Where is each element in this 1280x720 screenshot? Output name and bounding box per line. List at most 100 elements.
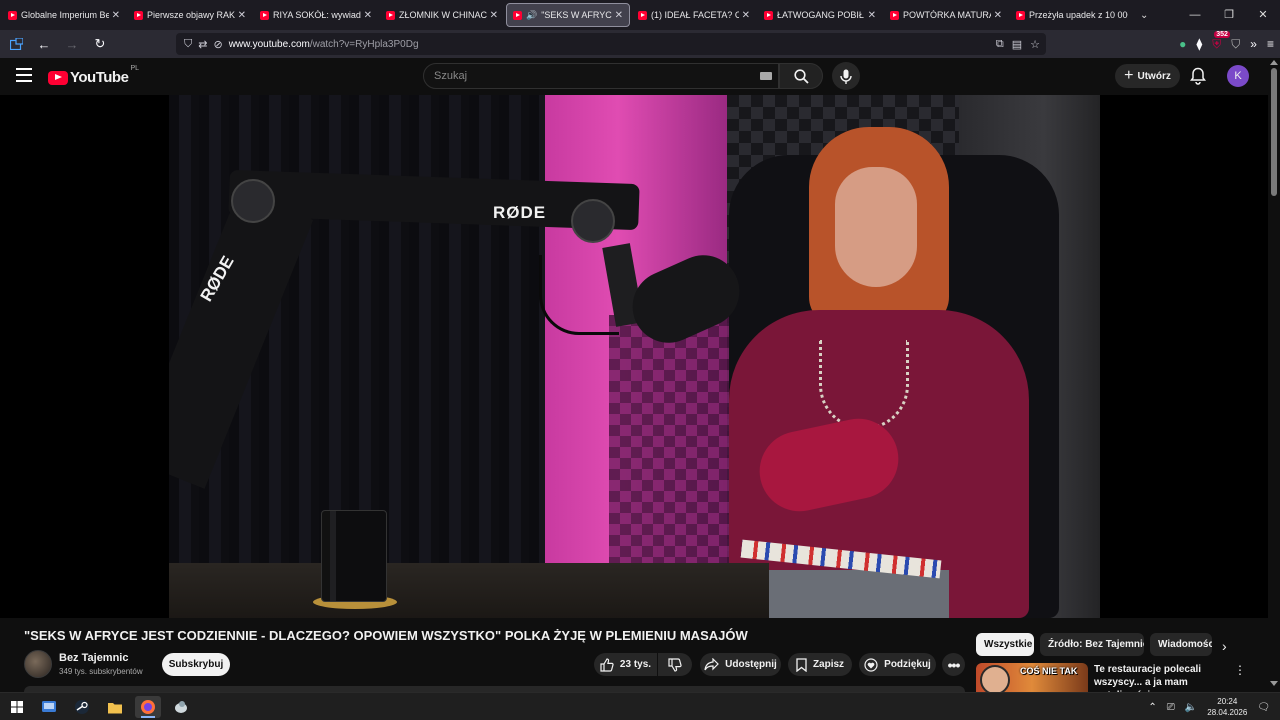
arm-joint [571,199,615,243]
keyboard-icon[interactable] [760,72,772,80]
browser-tab[interactable]: Przeżyła upadek z 10 000 [1010,3,1134,27]
chip-news[interactable]: Wiadomości [1150,633,1212,656]
chip-source[interactable]: Źródło: Bez Tajemnic [1040,633,1144,656]
more-vertical-icon[interactable]: ⋮ [1234,663,1246,677]
chip-all[interactable]: Wszystkie [976,633,1034,656]
video-player[interactable]: RØDE RØDE [0,95,1268,618]
close-tab-icon[interactable]: ✕ [490,10,498,21]
save-button[interactable]: Zapisz [788,653,852,676]
like-button[interactable]: 23 tys. [594,653,657,676]
app-menu-icon[interactable]: ≡ [1267,37,1274,51]
toolbar-right: ● ⧫ ⛨ 352 ⛉ » ≡ [1179,30,1274,56]
youtube-favicon-icon [764,10,773,20]
necklace [819,340,909,430]
browser-tab-strip: Globalne Imperium Bezk✕ Pierwsze objawy … [0,0,1280,30]
site-permissions-icon[interactable]: ⇄ [198,38,207,51]
plus-icon: + [1124,67,1134,84]
app-icon [175,701,187,713]
taskbar-app[interactable] [168,696,194,718]
create-button[interactable]: + Utwórz [1115,64,1180,88]
video-frame[interactable]: RØDE RØDE [169,95,1100,618]
close-tab-icon[interactable]: ✕ [868,10,876,21]
no-camera-icon[interactable]: ⊘ [213,38,222,51]
voice-search-button[interactable] [832,62,860,90]
notifications-center-icon[interactable]: 🗨 [1257,702,1270,713]
close-tab-icon[interactable]: ✕ [994,10,1002,21]
ublock-extension-icon[interactable]: ⛨ 352 [1212,30,1230,52]
url-bar[interactable]: ⛉ ⇄ ⊘ www.youtube.com/watch?v=RyHpla3P0D… [176,33,1046,55]
tab-title: ŁATWOGANG POBIŁ REK [777,10,865,20]
browser-tab[interactable]: POWTÓRKA MATURALN✕ [884,3,1008,27]
logo-text: YouTube [70,69,129,86]
guide-menu-icon[interactable] [16,68,32,82]
browser-tab[interactable]: Pierwsze objawy RAKA P✕ [128,3,252,27]
create-label: Utwórz [1137,70,1171,82]
browser-tab[interactable]: RIYA SOKÓŁ: wywiad, pie✕ [254,3,378,27]
shield-extension-icon[interactable]: ⛉ [1231,37,1240,52]
start-button[interactable] [4,696,30,718]
scroll-down-icon[interactable] [1270,681,1278,686]
extensions-icon[interactable]: ⧫ [1196,37,1202,51]
reader-view-icon[interactable]: ▤ [1012,38,1022,51]
close-tab-icon[interactable]: ✕ [742,10,750,21]
close-window-icon[interactable]: ✕ [1246,0,1280,30]
speaker-icon[interactable]: 🔊 [526,10,537,21]
recommendation-thumbnail[interactable]: COŚ NIE TAK [976,663,1088,692]
subscribe-button[interactable]: Subskrybuj [162,653,230,676]
page-scrollbar[interactable] [1268,58,1280,688]
close-tab-icon[interactable]: ✕ [112,10,120,21]
bookmark-star-icon[interactable]: ☆ [1030,38,1040,51]
more-actions-button[interactable]: ••• [942,653,965,676]
account-avatar[interactable]: K [1227,65,1249,87]
network-icon[interactable]: ⎚ [1167,702,1175,713]
taskbar-app-active[interactable] [135,696,161,718]
dislike-button[interactable] [658,653,692,676]
like-count: 23 tys. [619,659,652,670]
channel-avatar[interactable] [24,650,52,678]
minimize-icon[interactable]: — [1178,0,1212,30]
scrollbar-thumb[interactable] [1271,68,1277,196]
volume-icon[interactable]: 🔈 [1185,702,1197,713]
url-path: /watch?v=RyHpla3P0Dg [309,38,419,50]
scroll-up-icon[interactable] [1270,60,1278,65]
windows-taskbar: ⌃ ⎚ 🔈 20:24 28.04.2026 🗨 [0,692,1280,720]
search-icon [793,68,809,84]
reload-icon[interactable]: ↻ [88,32,112,56]
close-tab-icon[interactable]: ✕ [364,10,372,21]
browser-tab[interactable]: (1) IDEAŁ FACETA? CZEGO✕ [632,3,756,27]
channel-name[interactable]: Bez Tajemnic [59,652,129,664]
search-button[interactable] [779,63,823,89]
list-all-tabs-icon[interactable]: ⌄ [1140,10,1148,21]
steam-icon [75,700,89,714]
save-label: Zapisz [812,659,845,670]
windows-logo-icon [11,701,23,713]
close-tab-icon[interactable]: ✕ [238,10,246,21]
thanks-button[interactable]: Podziękuj [859,653,936,676]
back-icon[interactable]: ← [32,32,56,56]
share-button[interactable]: Udostępnij [700,653,781,676]
boom-brand-text: RØDE [493,203,547,222]
pip-icon[interactable]: ⧉ [996,38,1004,51]
forward-icon[interactable]: → [60,32,84,56]
taskbar-app[interactable] [36,696,62,718]
overflow-menu-icon[interactable]: » [1250,37,1257,51]
restore-icon[interactable]: ❐ [1212,0,1246,30]
notifications-button[interactable] [1190,67,1206,90]
browser-tab[interactable]: ŁATWOGANG POBIŁ REK✕ [758,3,882,27]
tray-expand-icon[interactable]: ⌃ [1148,702,1156,713]
vpn-extension-icon[interactable]: ● [1179,37,1186,51]
youtube-header: YouTube PL Szukaj + Utwórz K [0,58,1268,95]
browser-tab[interactable]: Globalne Imperium Bezk✕ [2,3,126,27]
browser-tab[interactable]: ZŁOMNIK W CHINACH #✕ [380,3,504,27]
taskbar-app[interactable] [69,696,95,718]
clock[interactable]: 20:24 28.04.2026 [1207,696,1247,718]
browser-tab-active[interactable]: 🔊 "SEKS W AFRYCE JES✕ [506,3,630,27]
close-tab-icon[interactable]: ✕ [615,10,623,21]
search-input[interactable]: Szukaj [423,63,779,89]
tab-title: POWTÓRKA MATURALN [903,10,991,20]
sidebar-toggle-icon[interactable] [4,32,28,56]
taskbar-app[interactable] [102,696,128,718]
chevron-right-icon[interactable]: › [1222,638,1227,654]
youtube-logo[interactable]: YouTube PL [48,65,139,86]
tracking-shield-icon[interactable]: ⛉ [184,38,192,51]
